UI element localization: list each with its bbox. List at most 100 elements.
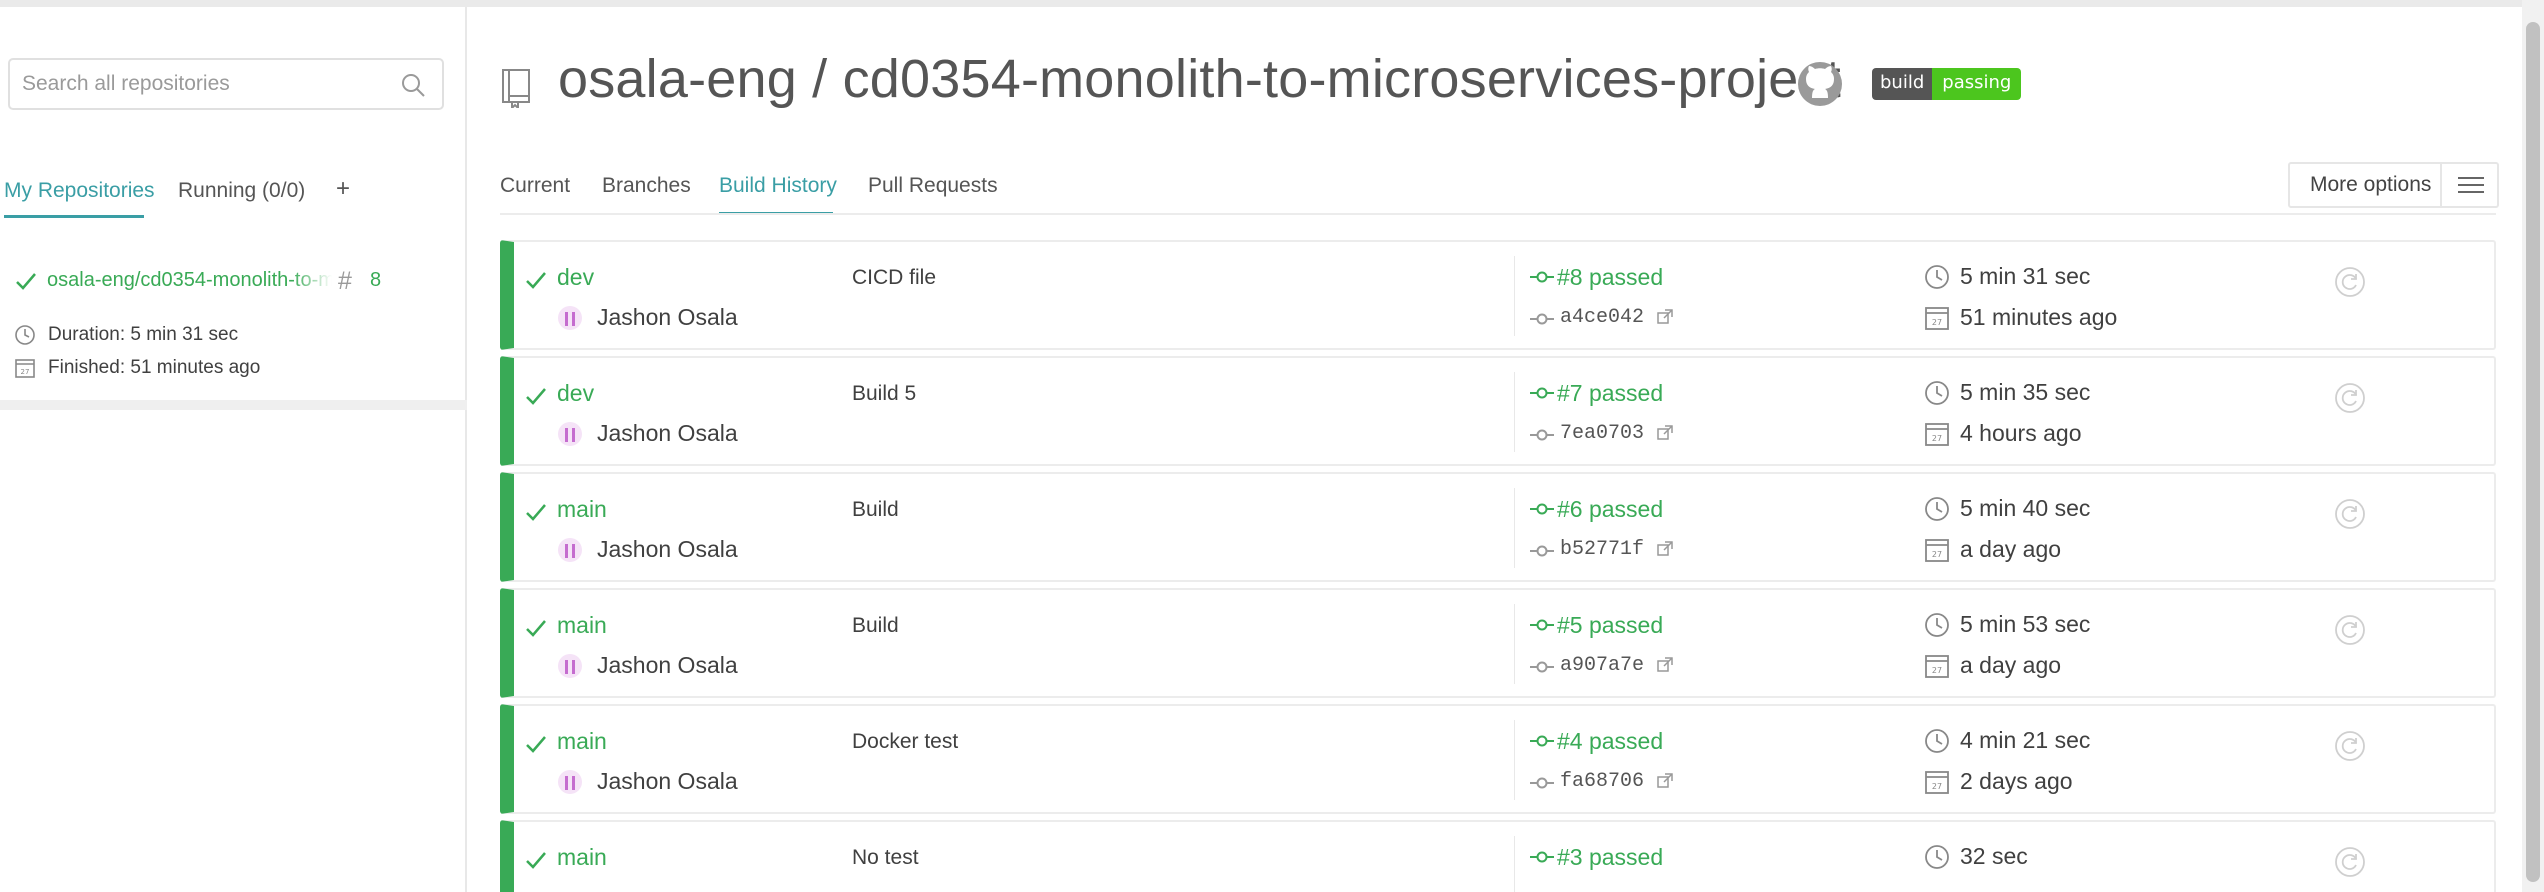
build-status-link[interactable]: #5 passed [1557,612,1663,639]
clock-icon [1925,265,1949,289]
build-row[interactable]: main Jashon Osala Build #6 passed b52771… [500,472,2496,582]
finished-text: Finished: 51 minutes ago [48,357,261,378]
calendar-icon: 27 [1925,771,1949,794]
restart-build-icon[interactable] [2334,614,2366,646]
restart-build-icon[interactable] [2334,730,2366,762]
tab-my-repositories[interactable]: My Repositories [4,179,155,203]
hash-icon: # [338,267,352,295]
active-tab-indicator [4,215,144,218]
repo-duration: Duration: 5 min 31 sec [14,324,238,346]
build-row[interactable]: main Jashon Osala Build #5 passed a907a7… [500,588,2496,698]
commit-message[interactable]: Build [852,498,899,522]
author-avatar [558,422,582,446]
passed-check-icon [526,852,546,869]
column-divider [1514,256,1515,336]
author-avatar [558,654,582,678]
build-finished-time: 51 minutes ago [1960,304,2118,330]
commit-sha-link[interactable]: b52771f [1560,538,1644,561]
passed-check-icon [526,736,546,753]
repo-card[interactable]: osala-eng/cd0354-monolith-to-microservic… [0,247,467,397]
commit-message[interactable]: Build [852,614,899,638]
author-avatar [558,538,582,562]
build-duration: 5 min 40 sec [1960,495,2091,521]
author-name: Jashon Osala [597,652,738,678]
scrollbar-thumb[interactable] [2526,22,2540,882]
check-icon [16,273,36,290]
commit-message[interactable]: CICD file [852,266,936,290]
passed-check-icon [526,272,546,289]
build-duration: 5 min 31 sec [1960,263,2091,289]
author-name: Jashon Osala [597,304,738,330]
calendar-icon: 27 [1925,655,1949,678]
commit-icon [1530,735,1554,747]
commit-sha-icon [1530,661,1554,673]
build-row[interactable]: main No test #3 passed 32 sec [500,820,2496,892]
passed-check-icon [526,504,546,521]
clock-icon [1925,845,1949,869]
branch-name[interactable]: main [557,844,607,871]
repo-name-link[interactable]: osala-eng/cd0354-monolith-to-microservic… [47,269,332,292]
sidebar: My Repositories Running (0/0) + osala-en… [0,7,467,892]
commit-sha-link[interactable]: a4ce042 [1560,306,1644,329]
search-icon[interactable] [400,72,426,98]
add-repository-button[interactable]: + [336,175,350,203]
repo-icon [502,69,530,108]
sidebar-divider [0,400,467,410]
build-status-link[interactable]: #4 passed [1557,728,1663,755]
external-link-icon[interactable] [1656,540,1674,558]
commit-message[interactable]: No test [852,846,919,870]
repo-finished: 27 Finished: 51 minutes ago [14,357,260,379]
repo-header: osala-eng / cd0354-monolith-to-microserv… [500,40,2300,130]
branch-name[interactable]: main [557,728,607,755]
github-icon[interactable] [1796,60,1844,108]
commit-message[interactable]: Docker test [852,730,958,754]
commit-sha-link[interactable]: 7ea0703 [1560,422,1644,445]
build-row[interactable]: dev Jashon Osala Build 5 #7 passed 7ea07… [500,356,2496,466]
commit-message[interactable]: Build 5 [852,382,916,406]
build-status-link[interactable]: #3 passed [1557,844,1663,871]
passed-check-icon [526,388,546,405]
branch-name[interactable]: main [557,496,607,523]
build-row[interactable]: dev Jashon Osala CICD file #8 passed a4c… [500,240,2496,350]
more-options-button[interactable]: More options [2288,162,2499,208]
tab-current[interactable]: Current [500,174,570,198]
external-link-icon[interactable] [1656,424,1674,442]
clock-icon [1925,381,1949,405]
tab-branches[interactable]: Branches [602,174,691,198]
branch-name[interactable]: dev [557,264,594,291]
author-name: Jashon Osala [597,420,738,446]
build-number-link[interactable]: 8 [370,269,381,292]
badge-label: build [1872,68,1933,100]
tab-running[interactable]: Running (0/0) [178,179,305,203]
restart-build-icon[interactable] [2334,382,2366,414]
page-title: osala-eng / cd0354-monolith-to-microserv… [558,49,1841,109]
svg-text:27: 27 [1932,434,1942,443]
build-status-link[interactable]: #7 passed [1557,380,1663,407]
commit-icon [1530,619,1554,631]
tab-build-history[interactable]: Build History [719,174,837,198]
restart-build-icon[interactable] [2334,266,2366,298]
passed-check-icon [526,620,546,637]
branch-name[interactable]: dev [557,380,594,407]
hamburger-menu-icon[interactable] [2440,164,2499,206]
external-link-icon[interactable] [1656,656,1674,674]
clock-icon [15,325,35,345]
build-status-link[interactable]: #6 passed [1557,496,1663,523]
build-row[interactable]: main Jashon Osala Docker test #4 passed … [500,704,2496,814]
build-finished-time: 2 days ago [1960,768,2073,794]
search-input[interactable] [10,60,442,108]
build-status-link[interactable]: #8 passed [1557,264,1663,291]
external-link-icon[interactable] [1656,772,1674,790]
branch-name[interactable]: main [557,612,607,639]
commit-sha-link[interactable]: fa68706 [1560,770,1644,793]
sidebar-tabs: My Repositories Running (0/0) + [0,167,460,219]
restart-build-icon[interactable] [2334,846,2366,878]
scrollbar[interactable] [2522,0,2544,892]
calendar-icon: 27 [1925,539,1949,562]
build-finished-time: a day ago [1960,536,2062,562]
tab-pull-requests[interactable]: Pull Requests [868,174,998,198]
build-status-badge[interactable]: build passing [1872,68,2022,100]
external-link-icon[interactable] [1656,308,1674,326]
commit-sha-link[interactable]: a907a7e [1560,654,1644,677]
restart-build-icon[interactable] [2334,498,2366,530]
